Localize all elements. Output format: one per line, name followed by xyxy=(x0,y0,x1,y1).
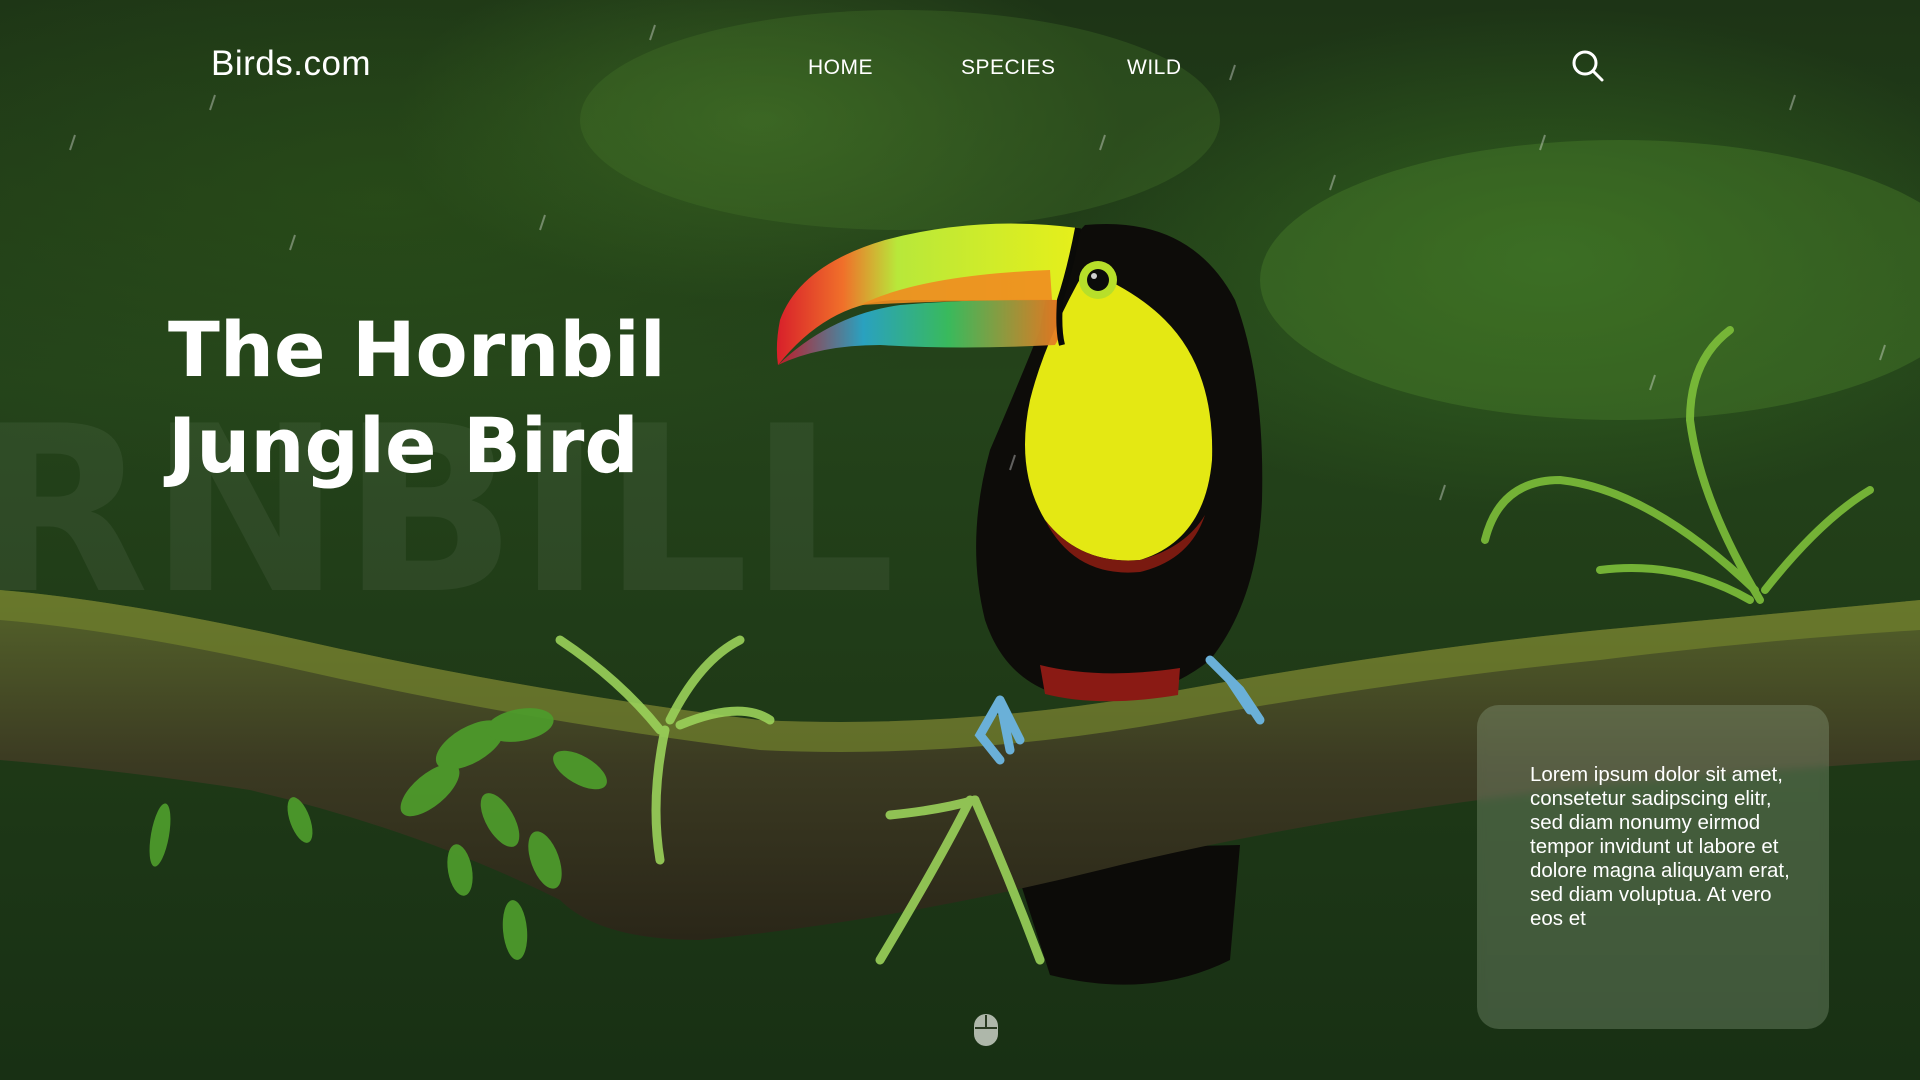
scroll-indicator[interactable] xyxy=(973,1013,999,1047)
mouse-scroll-icon xyxy=(974,1014,998,1046)
search-button[interactable] xyxy=(1570,48,1606,84)
hero-title-line-1: The Hornbil xyxy=(168,305,666,394)
hero-title: The Hornbil Jungle Bird xyxy=(168,302,666,494)
search-icon xyxy=(1572,50,1604,82)
nav-link-species[interactable]: SPECIES xyxy=(961,56,1056,80)
nav-link-wild[interactable]: WILD xyxy=(1127,56,1182,80)
site-logo[interactable]: Birds.com xyxy=(211,44,371,84)
info-card-text: Lorem ipsum dolor sit amet, consetetur s… xyxy=(1530,763,1790,930)
info-card: Lorem ipsum dolor sit amet, consetetur s… xyxy=(1477,705,1829,1029)
hero-title-line-2: Jungle Bird xyxy=(168,401,639,490)
nav-link-home[interactable]: HOME xyxy=(808,56,873,80)
